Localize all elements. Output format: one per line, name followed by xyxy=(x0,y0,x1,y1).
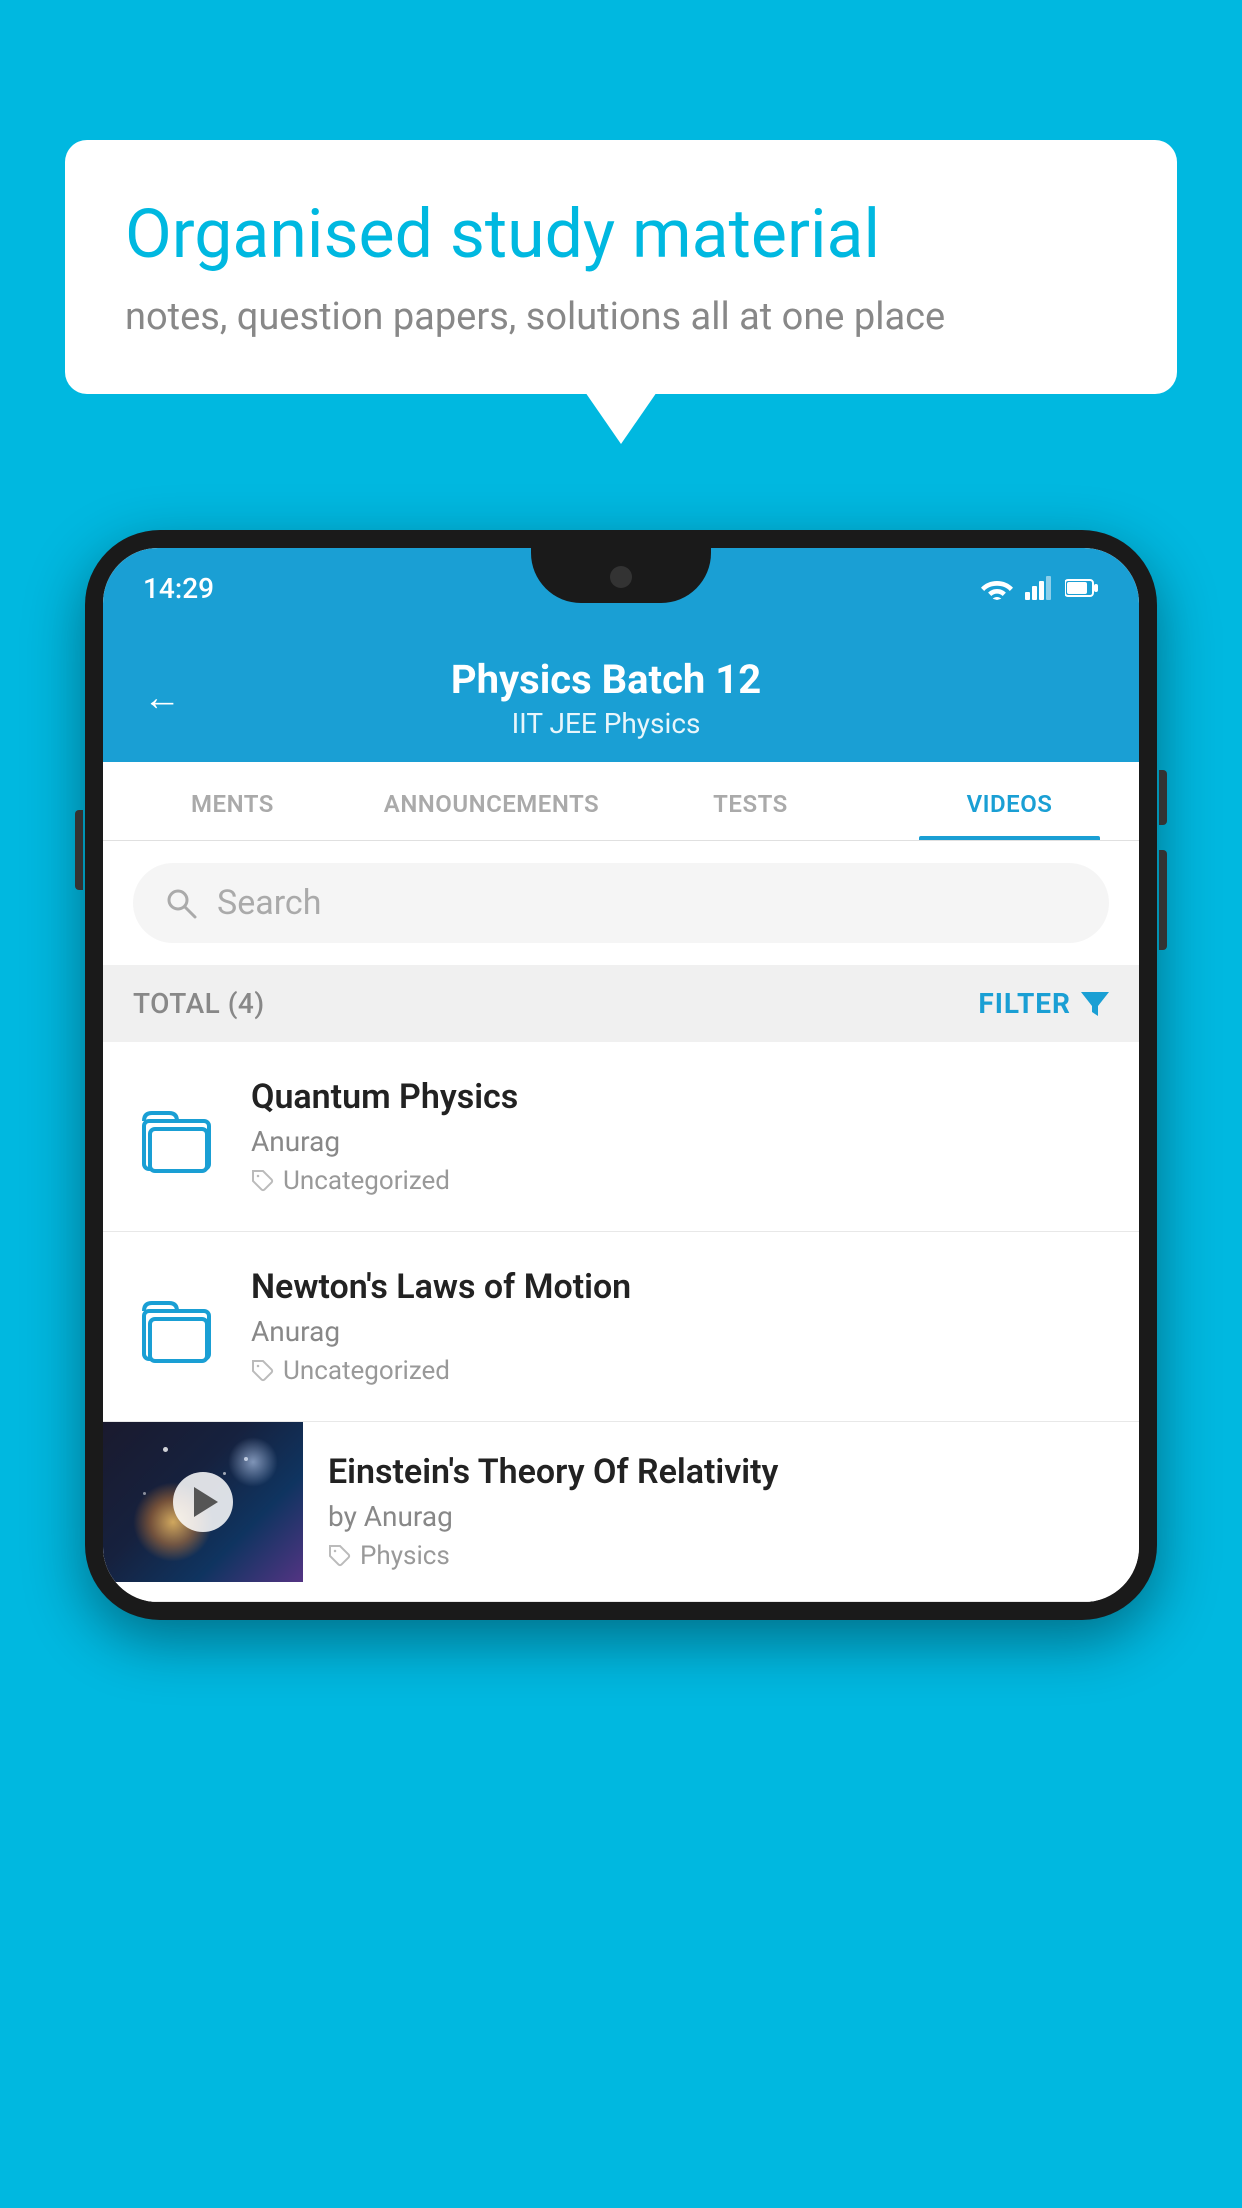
header-subtitle: IIT JEE Physics xyxy=(211,707,1001,740)
volume-button-right xyxy=(1159,850,1167,950)
item-info-1: Quantum Physics Anurag Uncategorized xyxy=(251,1077,1109,1196)
folder-icon xyxy=(141,1099,216,1174)
battery-icon xyxy=(1065,578,1099,598)
phone-outer: 14:29 xyxy=(85,530,1157,1620)
item-title-1: Quantum Physics xyxy=(251,1077,1109,1117)
tag-icon xyxy=(251,1169,275,1193)
app-header: ← Physics Batch 12 IIT JEE Physics xyxy=(103,628,1139,762)
filter-button[interactable]: FILTER xyxy=(978,987,1109,1020)
item-tag-1: Uncategorized xyxy=(251,1166,1109,1196)
status-bar: 14:29 xyxy=(103,548,1139,628)
total-count: TOTAL (4) xyxy=(133,987,265,1020)
play-button[interactable] xyxy=(173,1472,233,1532)
tag-icon xyxy=(328,1544,352,1568)
item-info-2: Newton's Laws of Motion Anurag Uncategor… xyxy=(251,1267,1109,1386)
wifi-icon xyxy=(981,576,1013,600)
camera-dot xyxy=(610,566,632,588)
status-icons xyxy=(981,576,1099,600)
thumb-tag: Physics xyxy=(328,1541,1114,1571)
content-list: Quantum Physics Anurag Uncategorized xyxy=(103,1042,1139,1602)
list-item[interactable]: Quantum Physics Anurag Uncategorized xyxy=(103,1042,1139,1232)
list-item-thumb[interactable]: Einstein's Theory Of Relativity by Anura… xyxy=(103,1422,1139,1602)
phone-screen: 14:29 xyxy=(103,548,1139,1602)
item-title-2: Newton's Laws of Motion xyxy=(251,1267,1109,1307)
tab-ments[interactable]: MENTS xyxy=(103,762,362,840)
video-thumbnail xyxy=(103,1422,303,1582)
search-container: Search xyxy=(103,841,1139,965)
item-author-2: Anurag xyxy=(251,1315,1109,1348)
phone-wrapper: 14:29 xyxy=(85,530,1157,2208)
header-title: Physics Batch 12 xyxy=(211,656,1001,703)
status-time: 14:29 xyxy=(143,572,214,605)
tab-announcements[interactable]: ANNOUNCEMENTS xyxy=(362,762,621,840)
thumb-title: Einstein's Theory Of Relativity xyxy=(328,1452,1114,1492)
power-button xyxy=(1159,770,1167,825)
tag-icon xyxy=(251,1359,275,1383)
speech-bubble-title: Organised study material xyxy=(125,195,1117,273)
folder-icon xyxy=(141,1289,216,1364)
thumb-author: by Anurag xyxy=(328,1500,1114,1533)
header-title-group: Physics Batch 12 IIT JEE Physics xyxy=(211,656,1001,740)
thumb-info: Einstein's Theory Of Relativity by Anura… xyxy=(303,1422,1139,1601)
item-author-1: Anurag xyxy=(251,1125,1109,1158)
play-triangle-icon xyxy=(194,1487,218,1517)
tab-videos[interactable]: VIDEOS xyxy=(880,762,1139,840)
speech-bubble-container: Organised study material notes, question… xyxy=(65,140,1177,394)
search-box[interactable]: Search xyxy=(133,863,1109,943)
volume-button xyxy=(75,810,83,890)
speech-bubble: Organised study material notes, question… xyxy=(65,140,1177,394)
video-icon-1 xyxy=(133,1092,223,1182)
video-icon-2 xyxy=(133,1282,223,1372)
filter-icon xyxy=(1081,992,1109,1016)
item-tag-2: Uncategorized xyxy=(251,1356,1109,1386)
search-placeholder: Search xyxy=(217,883,321,923)
search-icon xyxy=(163,885,199,921)
signal-icon xyxy=(1025,576,1053,600)
list-item[interactable]: Newton's Laws of Motion Anurag Uncategor… xyxy=(103,1232,1139,1422)
tab-tests[interactable]: TESTS xyxy=(621,762,880,840)
filter-bar: TOTAL (4) FILTER xyxy=(103,965,1139,1042)
back-button[interactable]: ← xyxy=(143,676,181,720)
tabs-bar: MENTS ANNOUNCEMENTS TESTS VIDEOS xyxy=(103,762,1139,841)
speech-bubble-subtitle: notes, question papers, solutions all at… xyxy=(125,295,1117,339)
